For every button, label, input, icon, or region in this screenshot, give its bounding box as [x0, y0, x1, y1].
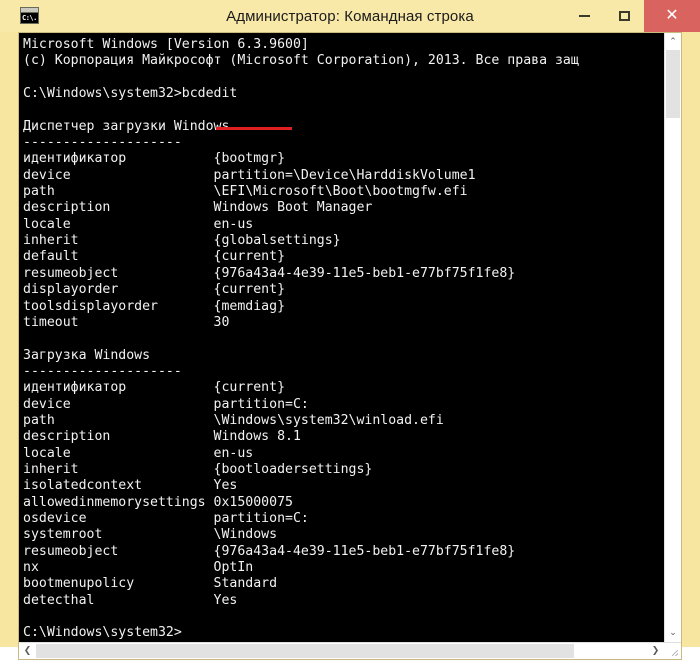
horizontal-scrollbar[interactable]: ❮ ❯ — [19, 641, 681, 659]
scroll-down-icon[interactable]: ⌄ — [665, 624, 681, 642]
console-output: Microsoft Windows [Version 6.3.9600] (c)… — [23, 37, 579, 641]
minimize-icon — [578, 15, 590, 17]
scroll-right-icon[interactable]: ❯ — [647, 642, 664, 659]
window-controls: ✕ — [564, 0, 700, 32]
close-icon: ✕ — [665, 7, 679, 24]
minimize-button[interactable] — [564, 0, 604, 32]
command-underline-annotation — [216, 127, 292, 130]
horizontal-scroll-track[interactable] — [36, 642, 647, 659]
console-body: Microsoft Windows [Version 6.3.9600] (c)… — [19, 33, 681, 642]
vertical-scrollbar[interactable]: ⌃ ⌄ — [664, 33, 681, 642]
maximize-button[interactable] — [604, 0, 644, 32]
maximize-icon — [618, 11, 630, 21]
scroll-left-icon[interactable]: ❮ — [19, 642, 36, 659]
command-prompt-window: C:\. Администратор: Командная строка ✕ M… — [0, 0, 700, 660]
horizontal-scroll-thumb[interactable] — [36, 643, 574, 658]
close-button[interactable]: ✕ — [644, 0, 700, 32]
console-icon: C:\. — [20, 7, 39, 24]
scroll-up-icon[interactable]: ⌃ — [665, 33, 681, 50]
console-icon-label: C:\. — [22, 14, 37, 22]
console-frame: Microsoft Windows [Version 6.3.9600] (c)… — [18, 32, 682, 660]
vertical-scroll-thumb[interactable] — [666, 50, 680, 118]
resize-grip[interactable] — [664, 642, 681, 659]
title-bar[interactable]: C:\. Администратор: Командная строка ✕ — [0, 0, 700, 32]
console-screen[interactable]: Microsoft Windows [Version 6.3.9600] (c)… — [19, 33, 664, 642]
vertical-scroll-track[interactable] — [665, 50, 681, 625]
